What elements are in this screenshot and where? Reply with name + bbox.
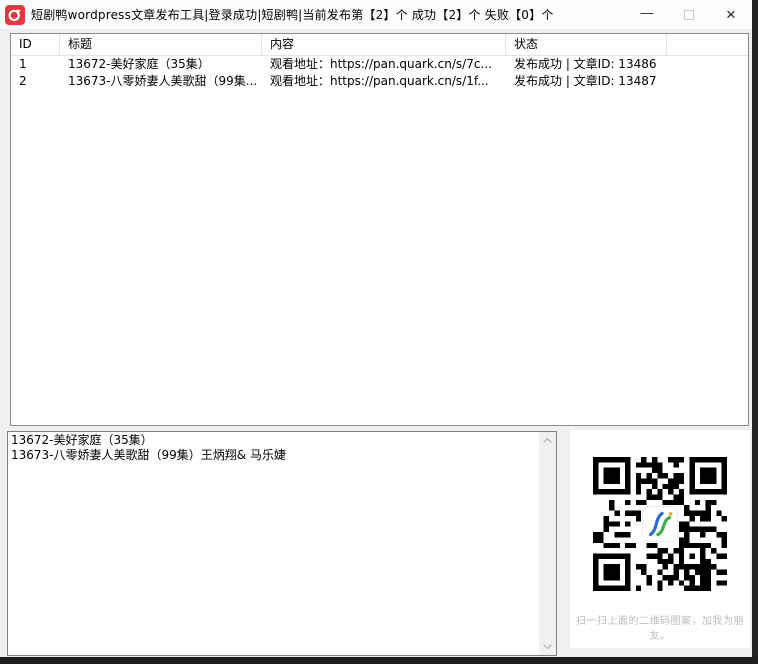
textarea-scrollbar[interactable] bbox=[539, 432, 556, 655]
close-icon: × bbox=[726, 5, 736, 25]
app-window: { "window": { "title": "短剧鸭wordpress文章发布… bbox=[0, 0, 758, 664]
window-title: 短剧鸭wordpress文章发布工具|登录成功|短剧鸭|当前发布第【2】个 成功… bbox=[31, 6, 554, 23]
scroll-up-button[interactable] bbox=[539, 432, 556, 449]
row-title: 13672-美好家庭（35集） bbox=[60, 56, 262, 73]
textarea-content[interactable]: 13672-美好家庭（35集） 13673-八零娇妻人美歌甜（99集）王炳翔& … bbox=[8, 432, 539, 655]
qr-center-logo bbox=[642, 506, 678, 542]
chevron-up-icon bbox=[543, 438, 552, 443]
chevron-down-icon bbox=[543, 644, 552, 649]
row-id: 1 bbox=[11, 56, 60, 73]
brand-logo-icon bbox=[643, 457, 677, 591]
title-bar: 短剧鸭wordpress文章发布工具|登录成功|短剧鸭|当前发布第【2】个 成功… bbox=[0, 0, 752, 30]
column-header-status[interactable]: 状态 bbox=[506, 34, 667, 55]
maximize-button[interactable] bbox=[668, 0, 710, 30]
close-button[interactable]: × bbox=[710, 0, 752, 30]
scroll-down-button[interactable] bbox=[539, 638, 556, 655]
window-controls: — × bbox=[626, 0, 752, 30]
row-status: 发布成功 | 文章ID: 13486 bbox=[506, 56, 667, 73]
qr-code bbox=[593, 457, 727, 591]
column-header-id[interactable]: ID bbox=[11, 34, 60, 55]
maximize-icon bbox=[684, 10, 694, 20]
row-title: 13673-八零娇妻人美歌甜（99集... bbox=[60, 73, 262, 90]
window-edge-bottom bbox=[0, 657, 758, 664]
column-header-content[interactable]: 内容 bbox=[262, 34, 506, 55]
duck-camera-icon bbox=[8, 8, 22, 22]
wechat-qr-panel: 扫一扫上面的二维码图案，加我为朋友。 bbox=[570, 430, 750, 648]
table-row[interactable]: 1 13672-美好家庭（35集） 观看地址：https://pan.quark… bbox=[11, 56, 748, 73]
column-header-title[interactable]: 标题 bbox=[60, 34, 262, 55]
column-header-filler bbox=[667, 34, 748, 55]
row-content: 观看地址：https://pan.quark.cn/s/1f... bbox=[262, 73, 506, 90]
row-status: 发布成功 | 文章ID: 13487 bbox=[506, 73, 667, 90]
row-content: 观看地址：https://pan.quark.cn/s/7c... bbox=[262, 56, 506, 73]
table-header: ID 标题 内容 状态 bbox=[11, 34, 748, 56]
qr-caption: 扫一扫上面的二维码图案，加我为朋友。 bbox=[570, 612, 750, 642]
window-edge-right bbox=[752, 0, 758, 664]
app-icon bbox=[5, 5, 25, 25]
table-row[interactable]: 2 13673-八零娇妻人美歌甜（99集... 观看地址：https://pan… bbox=[11, 73, 748, 90]
publish-result-table[interactable]: ID 标题 内容 状态 1 13672-美好家庭（35集） 观看地址：https… bbox=[10, 33, 749, 426]
minimize-icon: — bbox=[641, 5, 654, 20]
title-list-textarea[interactable]: 13672-美好家庭（35集） 13673-八零娇妻人美歌甜（99集）王炳翔& … bbox=[7, 431, 557, 656]
row-id: 2 bbox=[11, 73, 60, 90]
minimize-button[interactable]: — bbox=[626, 0, 668, 30]
